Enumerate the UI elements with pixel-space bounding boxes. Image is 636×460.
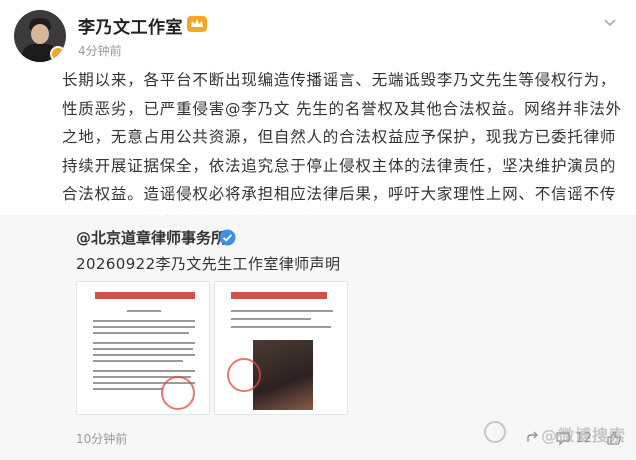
doc-line: [93, 388, 163, 390]
weibo-logo-icon: [484, 421, 506, 443]
post-header: 李乃文工作室 4分钟前: [14, 8, 622, 64]
avatar[interactable]: [14, 10, 66, 62]
doc-line: [93, 332, 189, 334]
doc-line: [93, 326, 195, 328]
verified-badge-icon: [50, 46, 66, 62]
image-thumbnail-1[interactable]: [76, 281, 210, 415]
doc-line: [231, 326, 331, 328]
verified-icon: [219, 229, 236, 246]
doc-line: [93, 320, 195, 322]
doc-line: [93, 360, 183, 362]
body-text-2: 先生的名誉权及其他合法权益。网络并非法外之地，无意占用公共资源，但自然人的合法权…: [62, 99, 622, 232]
doc-line: [93, 348, 193, 350]
doc-line: [231, 310, 333, 312]
doc-letterhead: [231, 292, 327, 299]
repost-text: 20260922李乃文先生工作室律师声明: [76, 255, 341, 273]
forward-button[interactable]: [525, 430, 541, 446]
screenshot-photo: [253, 340, 313, 410]
post-body: 长期以来，各平台不断出现编造传播谣言、无端诋毁李乃文先生等侵权行为，性质恶劣，已…: [62, 66, 622, 237]
image-thumbnail-2[interactable]: [214, 281, 348, 415]
doc-line: [93, 370, 195, 372]
repost-author[interactable]: @北京道章律师事务所: [76, 227, 226, 248]
repost-time[interactable]: 10分钟前: [76, 430, 127, 447]
post-time[interactable]: 4分钟前: [78, 42, 122, 59]
author-name[interactable]: 李乃文工作室: [78, 13, 183, 38]
doc-line: [93, 342, 195, 344]
doc-letterhead: [95, 292, 195, 299]
mention-link[interactable]: @李乃文: [225, 100, 290, 118]
avatar-face: [31, 24, 49, 44]
seal-stamp-icon: [161, 376, 195, 410]
crown-badge-icon: [187, 16, 207, 32]
chevron-down-icon[interactable]: [602, 14, 618, 30]
watermark: @微博搜索: [540, 426, 626, 445]
doc-line: [93, 354, 195, 356]
forward-icon: [527, 431, 539, 442]
doc-line: [231, 318, 311, 320]
doc-line: [127, 310, 161, 312]
seal-stamp-icon: [227, 358, 261, 392]
